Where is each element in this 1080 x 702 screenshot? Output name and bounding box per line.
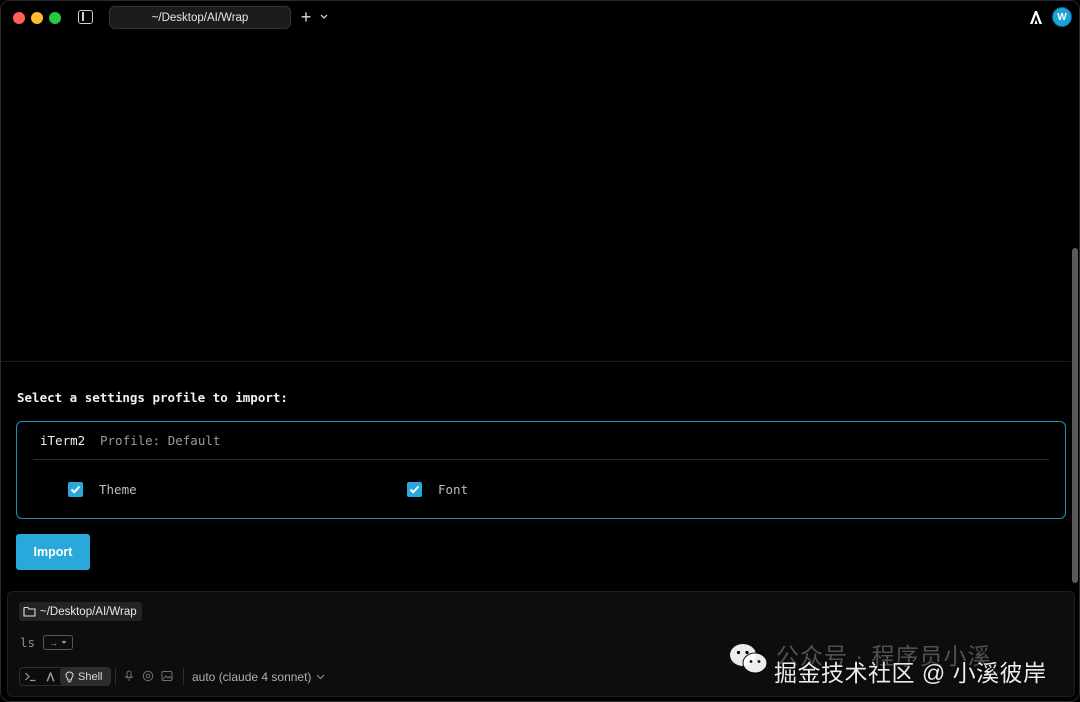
terminal-prompt-icon bbox=[25, 672, 36, 682]
avatar-letter: W bbox=[1057, 11, 1067, 23]
wechat-logo-icon bbox=[730, 644, 768, 674]
scrollbar-thumb[interactable] bbox=[1072, 248, 1078, 583]
close-window-button[interactable] bbox=[13, 12, 25, 24]
shell-mode-label: Shell bbox=[78, 670, 103, 683]
directory-chip[interactable]: ~/Desktop/AI/Wrap bbox=[19, 602, 142, 621]
profile-card[interactable]: iTerm2 Profile: Default Theme Font bbox=[16, 421, 1066, 519]
checkmark-icon bbox=[409, 485, 420, 494]
accept-suggestion-hint: → bbox=[43, 635, 73, 650]
chevron-down-icon bbox=[316, 674, 325, 679]
model-selector[interactable]: auto (claude 4 sonnet) bbox=[192, 668, 325, 685]
terminal-mode-button[interactable] bbox=[20, 668, 41, 685]
toolbar-divider bbox=[115, 668, 116, 685]
warp-logo-icon[interactable] bbox=[1028, 9, 1044, 25]
app-window: ~/Desktop/AI/Wrap + W Select a settings … bbox=[0, 0, 1080, 702]
import-prompt-title: Select a settings profile to import: bbox=[17, 390, 288, 405]
font-checkbox[interactable] bbox=[407, 482, 422, 497]
new-tab-button[interactable]: + bbox=[298, 7, 314, 27]
watermark-primary: 掘金技术社区 @ 小溪彼岸 bbox=[774, 660, 1047, 686]
agent-mode-button[interactable] bbox=[41, 668, 60, 685]
model-name: auto (claude 4 sonnet) bbox=[192, 669, 312, 684]
folder-icon bbox=[23, 606, 36, 617]
directory-path: ~/Desktop/AI/Wrap bbox=[40, 605, 137, 618]
warp-agent-icon bbox=[46, 672, 55, 682]
microphone-icon[interactable] bbox=[123, 670, 135, 682]
input-mode-switcher: Shell bbox=[19, 667, 112, 686]
user-avatar[interactable]: W bbox=[1052, 7, 1072, 27]
profile-label: Profile: Default bbox=[100, 433, 221, 448]
command-input[interactable]: ls bbox=[20, 635, 35, 650]
at-mention-icon[interactable] bbox=[142, 670, 154, 682]
chevron-down-icon bbox=[61, 641, 67, 644]
tab-title: ~/Desktop/AI/Wrap bbox=[151, 11, 249, 24]
title-bar: ~/Desktop/AI/Wrap + W bbox=[1, 1, 1079, 34]
font-option-label: Font bbox=[438, 482, 469, 497]
theme-option-label: Theme bbox=[99, 482, 137, 497]
profile-divider bbox=[33, 459, 1049, 460]
checkmark-icon bbox=[70, 485, 81, 494]
minimize-window-button[interactable] bbox=[31, 12, 43, 24]
tab-current[interactable]: ~/Desktop/AI/Wrap bbox=[109, 6, 291, 29]
arrow-right-icon: → bbox=[49, 637, 58, 648]
shell-mode-button[interactable]: Shell bbox=[60, 668, 111, 685]
import-button[interactable]: Import bbox=[16, 534, 90, 570]
profile-source: iTerm2 bbox=[40, 433, 86, 448]
toolbar-divider bbox=[183, 668, 184, 685]
maximize-window-button[interactable] bbox=[49, 12, 61, 24]
sidebar-toggle-icon[interactable] bbox=[78, 10, 93, 24]
theme-checkbox[interactable] bbox=[68, 482, 83, 497]
chevron-down-icon[interactable] bbox=[318, 10, 330, 24]
lightbulb-icon bbox=[65, 670, 74, 682]
image-attach-icon[interactable] bbox=[161, 670, 173, 682]
block-divider bbox=[1, 361, 1071, 362]
